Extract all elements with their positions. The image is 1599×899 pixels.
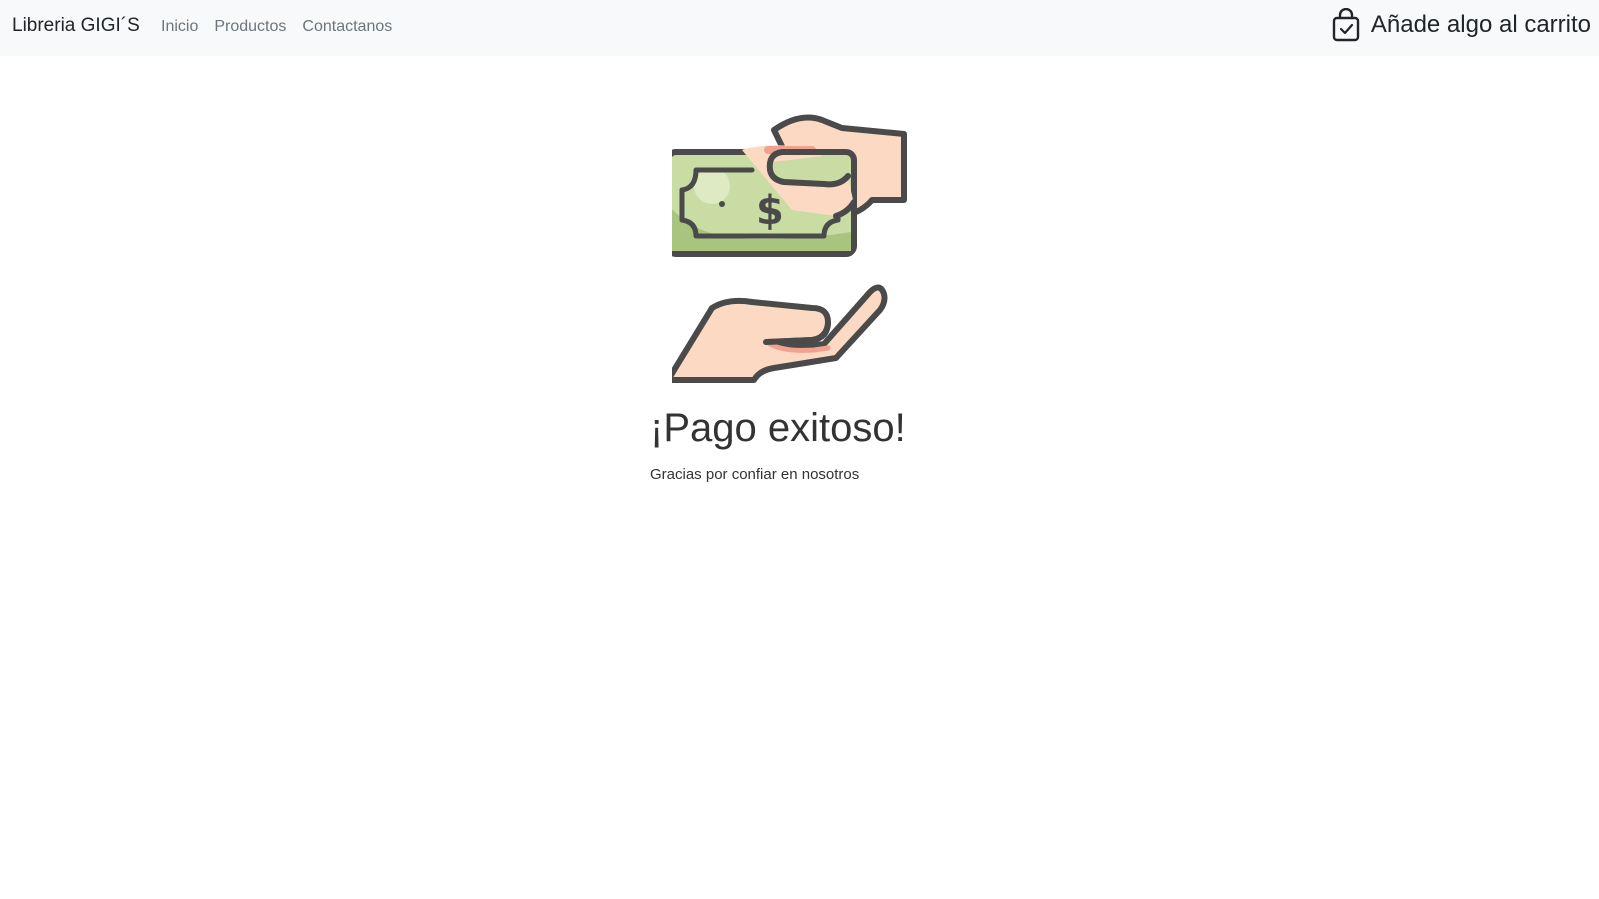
page-title: ¡Pago exitoso! [650, 406, 906, 450]
nav-link-productos[interactable]: Productos [214, 18, 286, 36]
nav-link-contactanos[interactable]: Contactanos [302, 18, 392, 36]
page-subtitle: Gracias por confiar en nosotros [650, 466, 860, 483]
payment-hands-money-icon: $ [665, 112, 928, 394]
cart-label: Añade algo al carrito [1370, 11, 1591, 38]
nav-links: Inicio Productos Contactanos [161, 18, 408, 36]
shopping-bag-check-icon [1331, 7, 1361, 42]
navbar: Libreria GIGI´S Inicio Productos Contact… [0, 0, 1599, 56]
cart-button[interactable]: Añade algo al carrito [1331, 7, 1591, 42]
nav-link-inicio[interactable]: Inicio [161, 18, 198, 36]
brand-link[interactable]: Libreria GIGI´S [12, 15, 140, 37]
